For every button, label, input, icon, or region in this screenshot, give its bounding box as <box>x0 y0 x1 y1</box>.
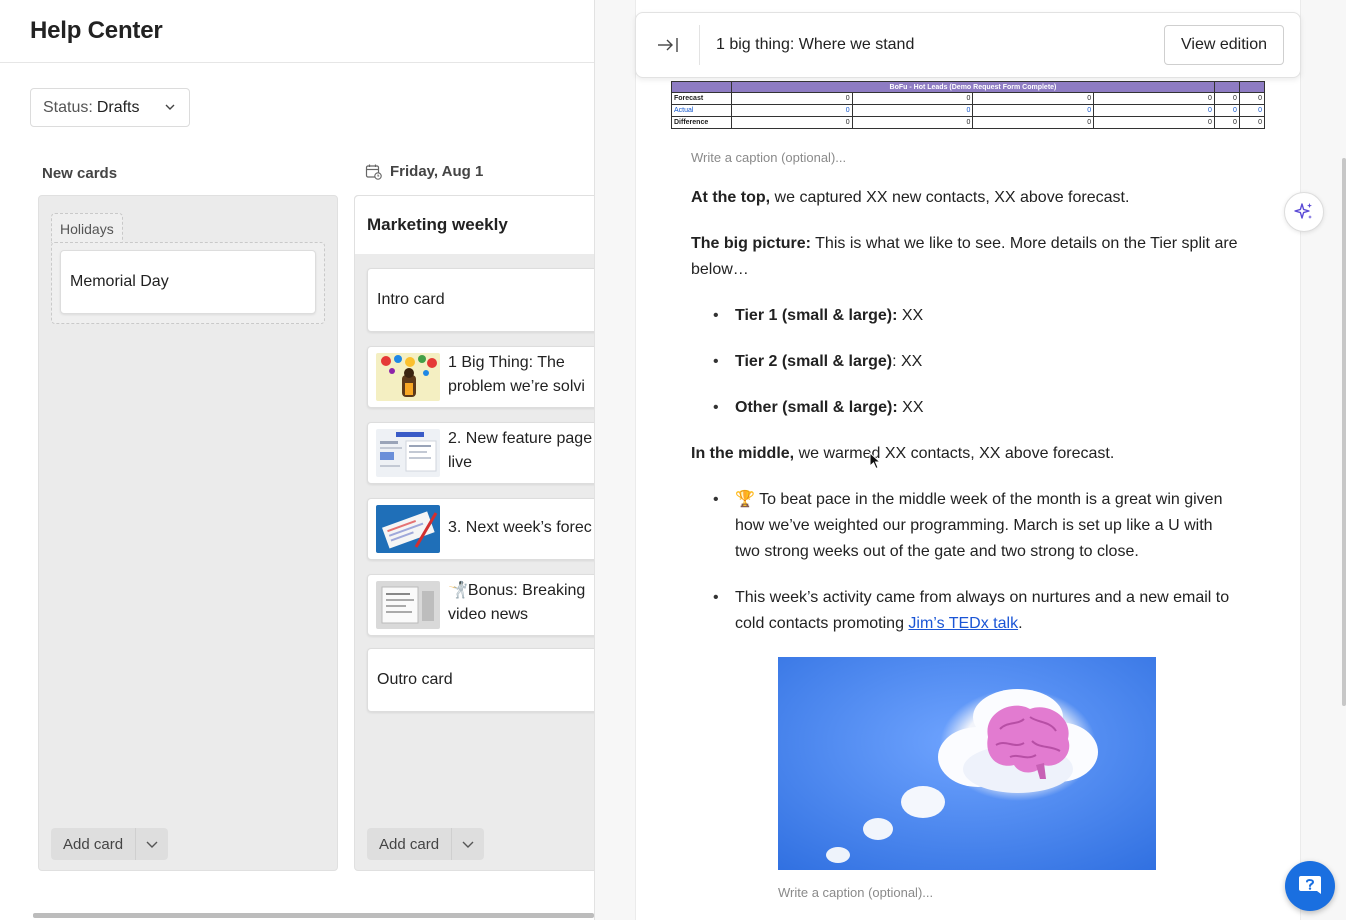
ai-assist-button[interactable] <box>1284 192 1324 232</box>
list-item: Tier 1 (small & large): XX <box>713 303 1251 329</box>
card-title: Intro card <box>377 291 445 308</box>
sheet-row: Actual 0 0 0 0 0 0 <box>671 104 1266 117</box>
add-card-control: Add card <box>51 828 169 860</box>
list-item: 🏆 To beat pace in the middle week of the… <box>713 487 1231 565</box>
add-card-control: Add card <box>367 828 485 860</box>
sheet-row: Forecast 0 0 0 0 0 0 <box>671 92 1266 105</box>
drawer-toolbar: 1 big thing: Where we stand View edition <box>635 12 1301 78</box>
card-thumbnail <box>376 581 440 629</box>
card-intro[interactable]: Intro card <box>367 268 594 332</box>
list-item: Tier 2 (small & large): XX <box>713 349 1251 375</box>
sheet-header-row: BoFu - Hot Leads (Demo Request Form Comp… <box>671 81 1266 93</box>
list-item: This week’s activity came from always on… <box>713 585 1231 637</box>
add-card-button[interactable]: Add card <box>51 828 137 860</box>
sheet-row: Difference 0 0 0 0 0 0 <box>671 116 1266 129</box>
image-caption-input[interactable]: Write a caption (optional)... <box>778 885 933 900</box>
add-card-menu-button[interactable] <box>452 828 485 860</box>
card-new-feature[interactable]: 2. New feature page live <box>367 422 594 484</box>
article-content[interactable]: At the top, we captured XX new contacts,… <box>691 185 1251 657</box>
drawer-title: 1 big thing: Where we stand <box>716 36 915 53</box>
image-caption-input[interactable]: Write a caption (optional)... <box>691 150 846 165</box>
brain-cloud-image[interactable] <box>778 657 1156 870</box>
add-card-menu-button[interactable] <box>136 828 169 860</box>
chevron-down-icon <box>146 841 158 848</box>
add-card-button[interactable]: Add card <box>367 828 453 860</box>
page-title: Help Center <box>30 17 163 44</box>
status-filter-label: Status: <box>43 98 93 116</box>
mouse-cursor-icon <box>869 452 881 470</box>
collapse-panel-icon <box>657 38 678 52</box>
help-chat-button[interactable] <box>1285 861 1335 911</box>
card-thumbnail <box>376 429 440 477</box>
view-edition-button[interactable]: View edition <box>1164 25 1284 65</box>
group-holidays: Memorial Day <box>51 242 325 324</box>
card-thumbnail <box>376 353 440 401</box>
column-new-cards: Holidays Memorial Day Add card <box>38 195 338 871</box>
card-next-week[interactable]: 3. Next week’s forec <box>367 498 594 560</box>
chevron-down-icon <box>462 841 474 848</box>
paragraph: At the top, we captured XX new contacts,… <box>691 189 1130 206</box>
column-title-new-cards: New cards <box>42 165 118 182</box>
tedx-talk-link[interactable]: Jim’s TEDx talk <box>908 615 1018 632</box>
help-chat-icon <box>1299 876 1321 894</box>
status-filter-value: Drafts <box>96 98 140 116</box>
detail-list: 🏆 To beat pace in the middle week of the… <box>691 487 1251 637</box>
chevron-down-icon <box>165 104 175 110</box>
edition-header[interactable]: Marketing weekly <box>355 196 594 254</box>
group-tab-holidays[interactable]: Holidays <box>51 213 123 243</box>
collapse-drawer-button[interactable] <box>636 25 700 65</box>
card-title: 1 Big Thing: The problem we’re solvi <box>448 354 585 395</box>
card-title: Outro card <box>377 671 453 688</box>
card-outro[interactable]: Outro card <box>367 648 594 712</box>
card-title: 3. Next week’s forec <box>448 519 592 536</box>
paragraph: The big picture: This is what we like to… <box>691 235 1238 278</box>
card-title: 🤺Bonus: Breaking video news <box>448 582 586 623</box>
vertical-scrollbar[interactable] <box>1342 158 1346 706</box>
spreadsheet-image: BoFu - Hot Leads (Demo Request Form Comp… <box>671 81 1266 129</box>
status-filter-dropdown[interactable]: Status: Drafts <box>30 88 190 127</box>
horizontal-scrollbar[interactable] <box>33 913 594 918</box>
column-friday: Marketing weekly Intro card 1 Big Thing:… <box>354 195 594 871</box>
card-thumbnail <box>376 505 440 553</box>
tier-list: Tier 1 (small & large): XX Tier 2 (small… <box>691 303 1251 421</box>
list-item: Other (small & large): XX <box>713 395 1251 421</box>
calendar-icon <box>365 164 382 180</box>
card-title: Memorial Day <box>70 273 169 290</box>
column-title-date: Friday, Aug 1 <box>365 163 483 180</box>
paragraph: In the middle, we warmed XX contacts, XX… <box>691 445 1115 462</box>
board-panel: Help Center Status: Drafts New cards Fri… <box>0 0 594 920</box>
sparkle-icon <box>1294 203 1312 219</box>
column-date-label: Friday, Aug 1 <box>390 163 484 180</box>
card-detail-drawer: 1 big thing: Where we stand View edition… <box>594 0 1346 920</box>
card-title: 2. New feature page live <box>448 430 593 471</box>
card-big-thing[interactable]: 1 Big Thing: The problem we’re solvi <box>367 346 594 408</box>
sheet-header: BoFu - Hot Leads (Demo Request Form Comp… <box>731 81 1215 93</box>
card-memorial-day[interactable]: Memorial Day <box>60 250 316 314</box>
app-header: Help Center <box>0 0 594 63</box>
card-bonus[interactable]: 🤺Bonus: Breaking video news <box>367 574 594 636</box>
